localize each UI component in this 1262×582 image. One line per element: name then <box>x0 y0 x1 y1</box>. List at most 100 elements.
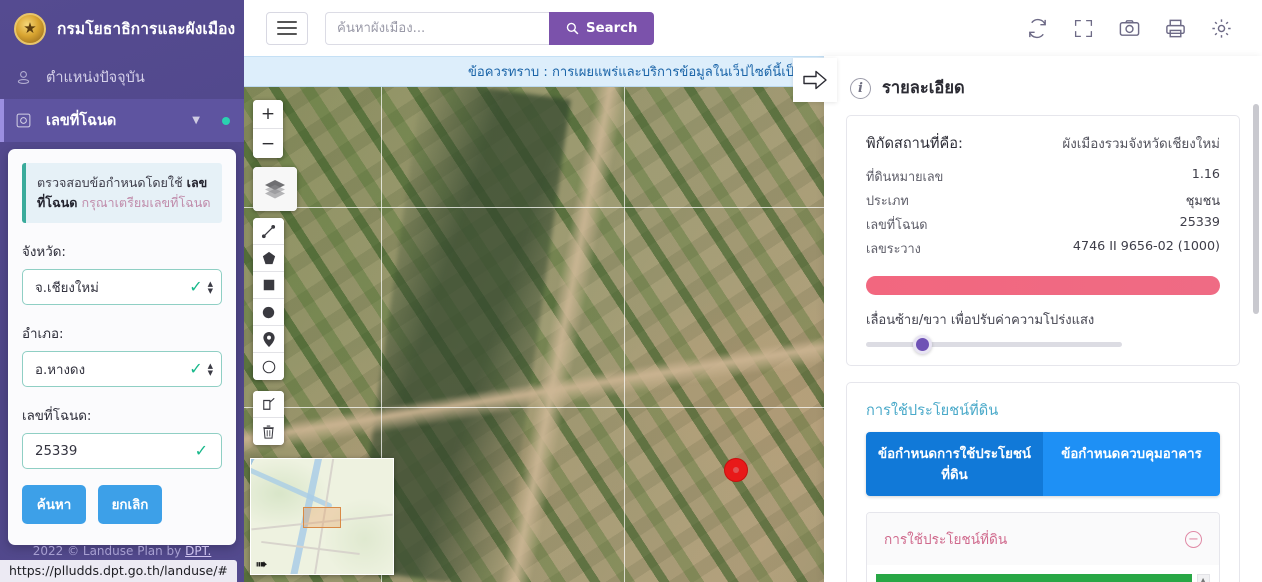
sidebar-item-label: ตำแหน่งปัจจุบัน <box>46 70 145 86</box>
draw-marker-icon[interactable] <box>253 326 284 353</box>
edit-shape-icon[interactable] <box>253 391 284 418</box>
copyright-year: 2022 <box>32 544 64 558</box>
collapse-arrow-icon[interactable]: ➠ <box>255 557 268 572</box>
draw-tools[interactable] <box>253 218 284 380</box>
deed-number-field[interactable]: 25339 ✓ <box>22 433 222 470</box>
detail-panel-header: i รายละเอียด <box>824 56 1262 115</box>
province-select[interactable]: จ.เชียงใหม่ ✓ ▲ ▼ <box>22 269 222 306</box>
map-location-marker[interactable] <box>724 458 748 482</box>
accordion-body: ข้อกำหนดการใช้ประโยชน์ที่ดิน ให้ใช้ประโย… <box>867 565 1219 582</box>
fullscreen-icon[interactable] <box>1071 16 1096 41</box>
landuse-card-title: การใช้ประโยชน์ที่ดิน <box>866 402 999 419</box>
minus-circle-icon[interactable]: − <box>1185 530 1202 548</box>
province-value: จ.เชียงใหม่ <box>35 280 99 296</box>
landuse-card: การใช้ประโยชน์ที่ดิน ข้อกำหนดการใช้ประโย… <box>846 382 1240 582</box>
hint-muted: กรุณาเตรียมเลขที่โฉนด <box>81 194 211 210</box>
draw-line-icon[interactable] <box>253 218 284 245</box>
summary-row: เลขระวาง 4746 II 9656-02 (1000) <box>866 236 1220 260</box>
landuse-accordion: การใช้ประโยชน์ที่ดิน − ข้อกำหนดการใช้ประ… <box>866 512 1220 582</box>
cancel-button[interactable]: ยกเลิก <box>98 485 162 525</box>
info-icon: i <box>850 77 871 99</box>
landuse-regulation-banner: ข้อกำหนดการใช้ประโยชน์ที่ดิน <box>876 574 1192 582</box>
summary-title-value: ผังเมืองรวมจังหวัดเชียงใหม่ <box>1062 137 1220 152</box>
opacity-slider-label: เลื่อนซ้าย/ขวา เพื่อปรับค่าความโปร่งแสง <box>866 313 1095 328</box>
chevron-down-icon[interactable]: ▼ <box>192 115 200 126</box>
layers-control[interactable] <box>253 167 297 211</box>
application-root: + − ➠ ค้นหาผังเมือง... Search ข้อควรทราบ… <box>0 0 1262 582</box>
sidebar-item-current-location[interactable]: ตำแหน่งปัจจุบัน <box>0 56 244 99</box>
browser-status-bar: https://plludds.dpt.go.th/landuse/# <box>0 560 237 582</box>
summary-card: พิกัดสถานที่คือ: ผังเมืองรวมจังหวัดเชียง… <box>846 115 1240 366</box>
refresh-icon[interactable] <box>1025 16 1050 41</box>
map-gridline-v <box>624 87 625 582</box>
minimap-viewport-rect[interactable] <box>303 507 341 528</box>
copyright-footer: 2022 © Landuse Plan by DPT. <box>0 544 244 558</box>
detail-panel-title: รายละเอียด <box>882 78 965 97</box>
summary-row-key: เลขที่โฉนด <box>866 216 928 232</box>
summary-row-value: ชุมชน <box>1185 192 1220 208</box>
sidebar-item-label: เลขที่โฉนด <box>46 113 117 129</box>
panel-toggle-button[interactable] <box>793 58 837 102</box>
district-select[interactable]: อ.หางดง ✓ ▲ ▼ <box>22 351 222 388</box>
tab-building-control[interactable]: ข้อกำหนดควบคุมอาคาร <box>1043 432 1220 496</box>
search-button-label: Search <box>586 20 638 36</box>
print-icon[interactable] <box>1163 16 1188 41</box>
top-toolbar: Search <box>244 0 1262 56</box>
gear-icon[interactable] <box>1209 16 1234 41</box>
valid-check-icon: ✓ <box>189 359 203 379</box>
color-legend-bar <box>866 276 1220 295</box>
overview-minimap[interactable]: ➠ <box>250 458 394 575</box>
form-hint: ตรวจสอบข้อกำหนดโดยใช้ เลขที่โฉนด กรุณาเต… <box>22 163 222 224</box>
district-value: อ.หางดง <box>35 362 86 378</box>
summary-row-key: ประเภท <box>866 192 909 208</box>
search-button[interactable]: Search <box>549 11 655 45</box>
draw-circle-icon[interactable] <box>253 353 284 380</box>
deed-number-label: เลขที่โฉนด: <box>22 409 92 425</box>
location-pin-icon <box>14 68 33 87</box>
panel-scrollbar[interactable] <box>1253 104 1259 314</box>
form-button-row: ค้นหา ยกเลิก <box>22 485 222 525</box>
toolbar-icon-group <box>1025 16 1244 41</box>
tab-landuse-regulation[interactable]: ข้อกำหนดการใช้ประโยชน์ที่ดิน <box>866 432 1043 496</box>
zoom-out-button[interactable]: − <box>253 129 283 158</box>
deed-number-value: 25339 <box>35 443 78 459</box>
edit-tools[interactable] <box>253 391 284 445</box>
zoom-in-button[interactable]: + <box>253 100 283 129</box>
dpt-link[interactable]: DPT. <box>185 544 211 558</box>
detail-panel: i รายละเอียด พิกัดสถานที่คือ: ผังเมืองรว… <box>824 56 1262 582</box>
search-input[interactable] <box>325 11 549 45</box>
landuse-tabs: ข้อกำหนดการใช้ประโยชน์ที่ดิน ข้อกำหนดควบ… <box>866 432 1220 496</box>
summary-row-value: 4746 II 9656-02 (1000) <box>1072 237 1220 253</box>
scroll-up-arrow-icon[interactable]: ▲ <box>1200 577 1206 582</box>
copyright-text: Landuse Plan by <box>82 544 182 558</box>
summary-row-key: เลขระวาง <box>866 240 921 256</box>
deed-search-form: ตรวจสอบข้อกำหนดโดยใช้ เลขที่โฉนด กรุณาเต… <box>8 149 236 545</box>
accordion-scrollbar[interactable]: ▲ <box>1197 574 1210 582</box>
summary-row-value: 1.16 <box>1191 165 1220 181</box>
accordion-header[interactable]: การใช้ประโยชน์ที่ดิน − <box>867 513 1219 565</box>
layers-stack-icon[interactable] <box>253 167 297 211</box>
arrow-right-icon <box>803 70 827 90</box>
camera-icon[interactable] <box>1117 16 1142 41</box>
brand-header: ★ กรมโยธาธิการและผังเมือง <box>0 0 244 56</box>
sidebar-item-deed-number[interactable]: เลขที่โฉนด ▼ <box>0 99 244 142</box>
draw-rectangle-icon[interactable] <box>253 272 284 299</box>
search-icon <box>566 22 579 34</box>
valid-check-icon: ✓ <box>189 277 203 297</box>
draw-circle-filled-icon[interactable] <box>253 299 284 326</box>
status-dot <box>222 116 230 125</box>
select-stepper-icon[interactable]: ▲ ▼ <box>208 362 213 376</box>
delete-shape-icon[interactable] <box>253 418 284 445</box>
brand-title: กรมโยธาธิการและผังเมือง <box>57 20 236 38</box>
select-stepper-icon[interactable]: ▲ ▼ <box>208 280 213 294</box>
zoom-controls[interactable]: + − <box>253 100 283 158</box>
search-submit-button[interactable]: ค้นหา <box>22 485 86 525</box>
sidebar: ★ กรมโยธาธิการและผังเมือง ตำแหน่งปัจจุบั… <box>0 0 244 582</box>
opacity-slider[interactable] <box>866 335 1122 354</box>
opacity-slider-thumb[interactable] <box>913 335 932 354</box>
hamburger-menu-icon[interactable] <box>266 11 308 45</box>
district-label: อำเภอ: <box>22 327 64 343</box>
draw-polygon-icon[interactable] <box>253 245 284 272</box>
summary-row: เลขที่โฉนด 25339 <box>866 212 1220 236</box>
garuda-emblem-icon: ★ <box>14 12 46 45</box>
